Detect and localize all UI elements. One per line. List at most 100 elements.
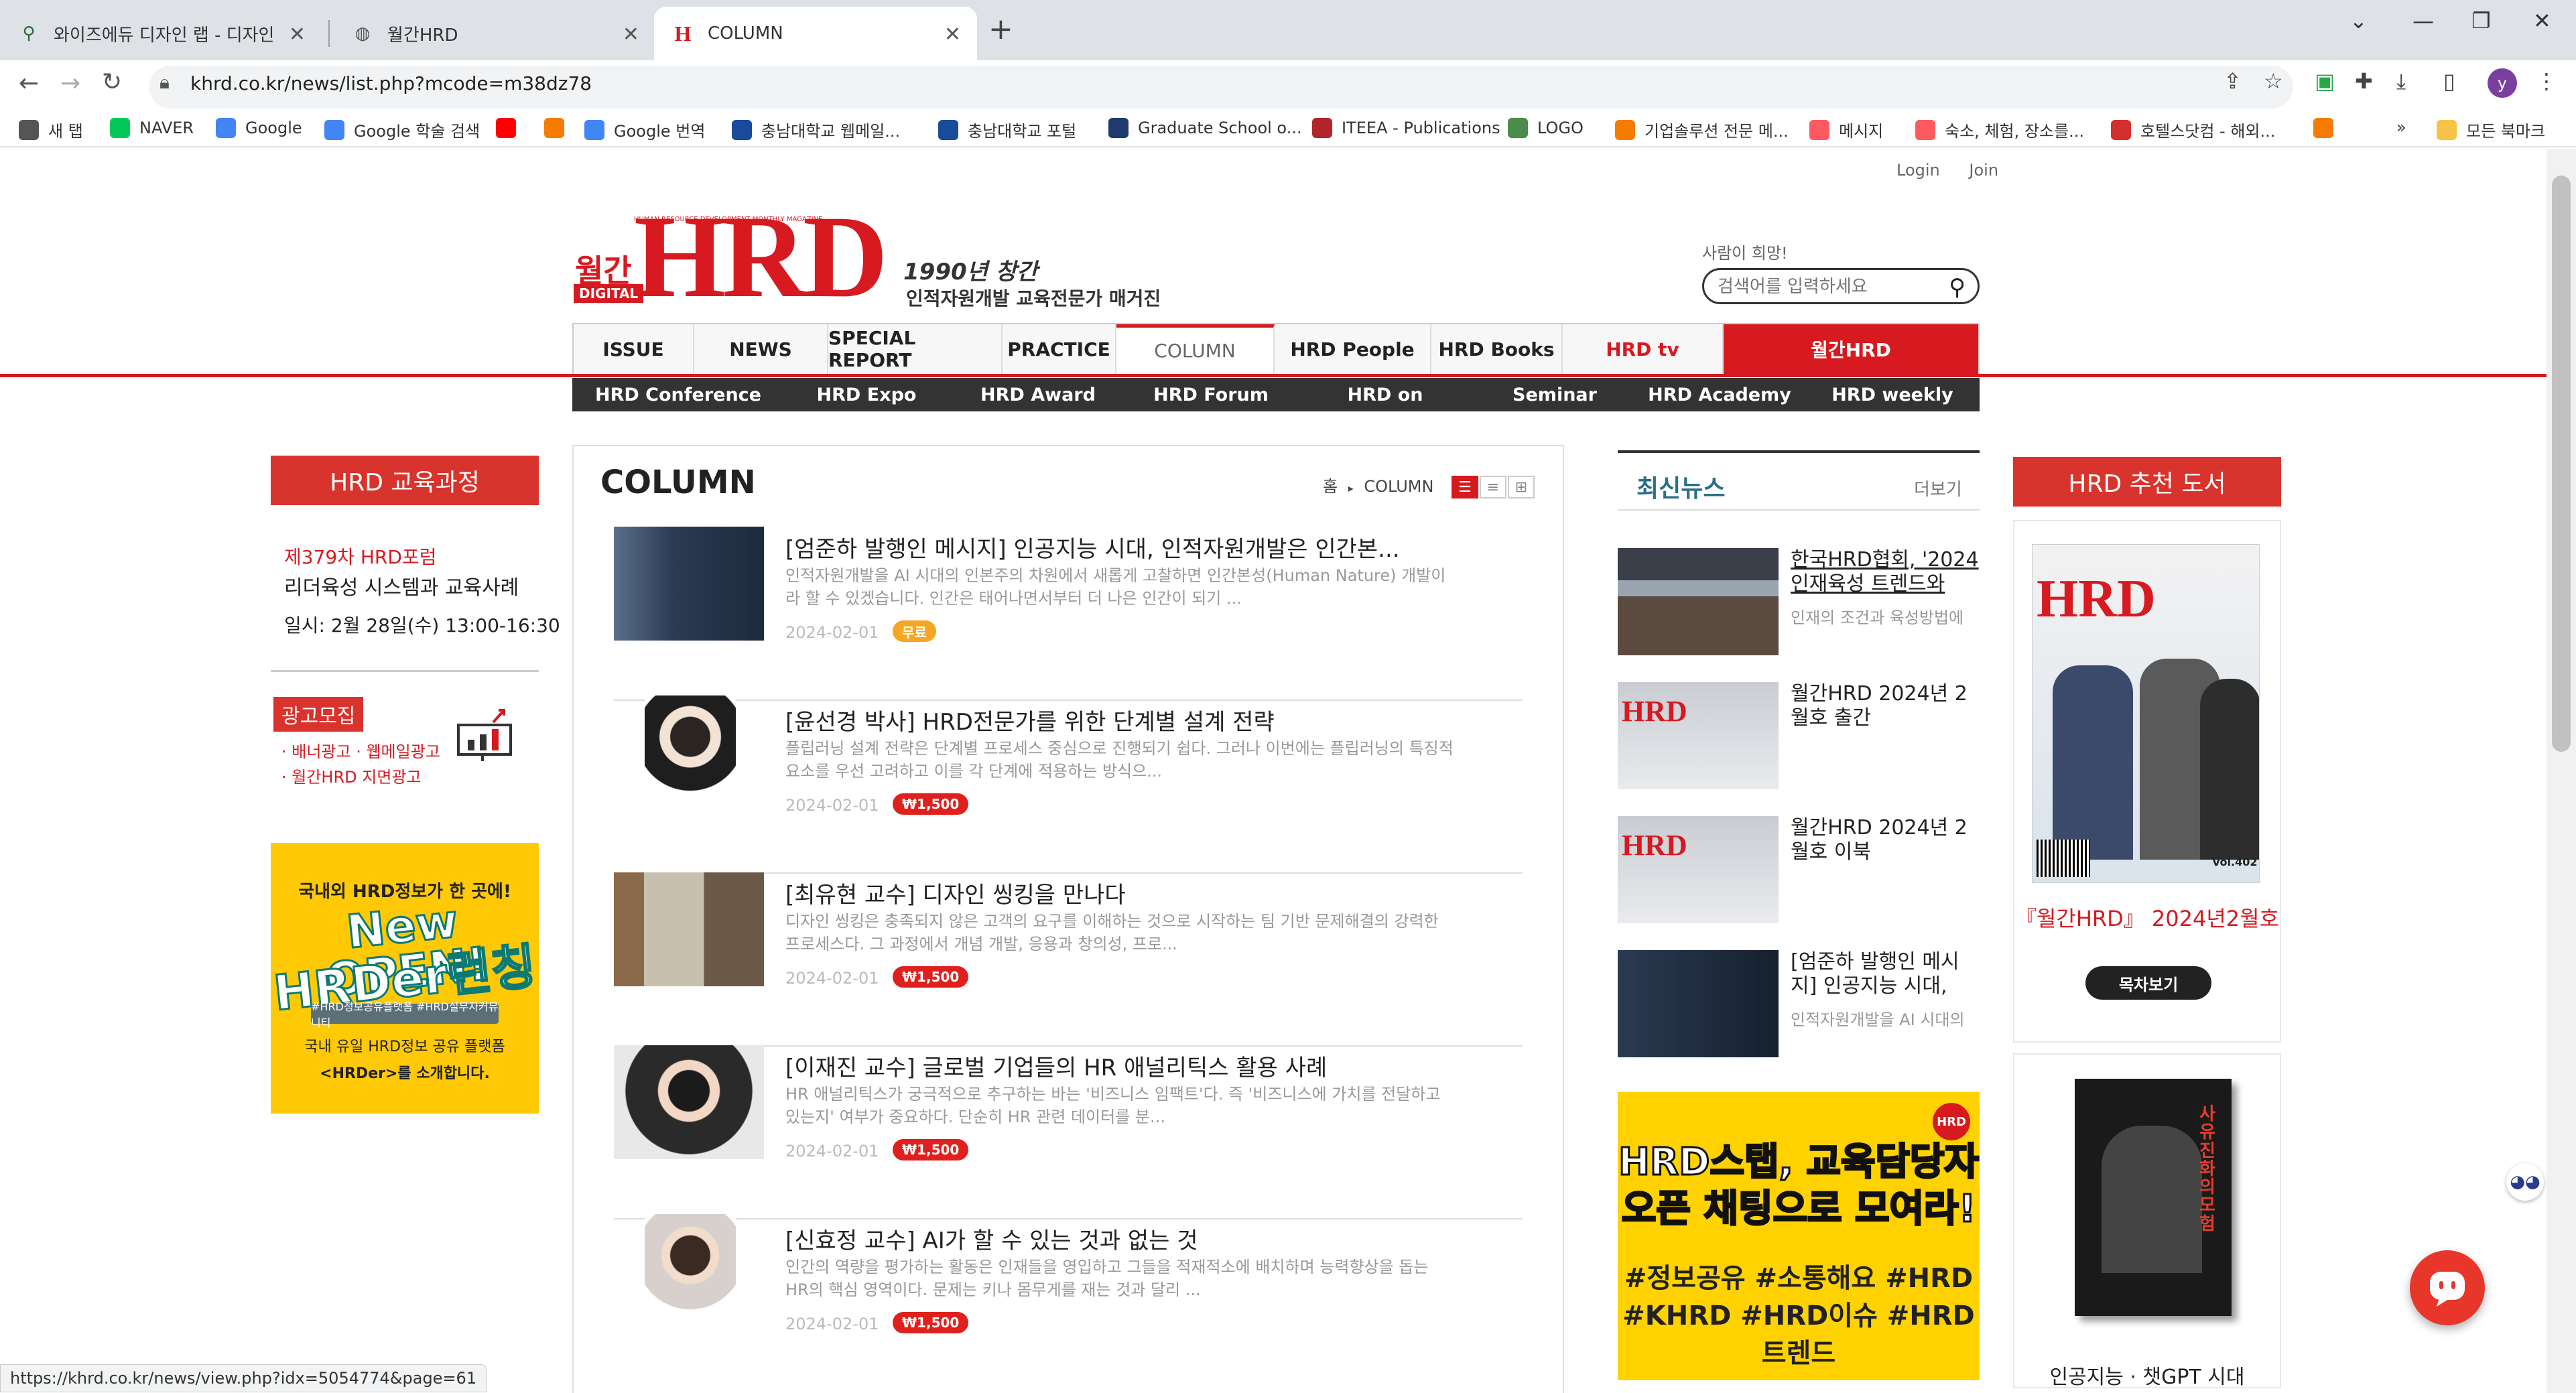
list-view-icon[interactable]: ≡ bbox=[1480, 476, 1506, 499]
news-more-link[interactable]: 더보기 bbox=[1914, 476, 1962, 501]
bookmark-item[interactable]: Google 학술 검색 bbox=[324, 118, 480, 141]
article-summary[interactable]: 디자인 씽킹은 충족되지 않은 고객의 요구를 이해하는 것으로 시작하는 팀 … bbox=[785, 910, 1456, 955]
news-thumbnail[interactable] bbox=[1618, 950, 1779, 1057]
bookmark-item[interactable]: 기업솔루션 전문 메... bbox=[1615, 118, 1789, 141]
nav-issue[interactable]: ISSUE bbox=[574, 324, 694, 374]
nav-hrd-people[interactable]: HRD People bbox=[1275, 324, 1431, 374]
subnav-hrd-conference[interactable]: HRD Conference bbox=[572, 378, 784, 411]
subnav-hrd-weekly[interactable]: HRD weekly bbox=[1805, 378, 1980, 411]
bookmark-item[interactable]: 충남대학교 웹메일... bbox=[732, 118, 900, 141]
article-title[interactable]: [최유현 교수] 디자인 씽킹을 만나다 bbox=[785, 876, 1516, 909]
bookmark-item[interactable]: LOGO bbox=[1508, 118, 1584, 138]
nav-practice[interactable]: PRACTICE bbox=[1003, 324, 1116, 374]
nav-hrd-books[interactable]: HRD Books bbox=[1431, 324, 1563, 374]
subnav-seminar[interactable]: Seminar bbox=[1476, 378, 1634, 411]
article-title[interactable]: [윤선경 박사] HRD전문가를 위한 단계별 설계 전략 bbox=[785, 704, 1516, 736]
close-window-icon[interactable]: ✕ bbox=[2533, 8, 2551, 34]
news-thumbnail[interactable]: HRD bbox=[1618, 682, 1779, 789]
ad-recruit-title[interactable]: 광고모집 bbox=[273, 697, 364, 732]
share-icon[interactable]: ⇪ bbox=[2224, 68, 2242, 94]
bookmark-item[interactable]: 새 탭 bbox=[19, 118, 83, 141]
bookmarks-overflow-button[interactable]: » bbox=[2396, 118, 2406, 137]
nav-special-report[interactable]: SPECIAL REPORT bbox=[828, 324, 1003, 374]
bookmark-item[interactable] bbox=[2313, 118, 2343, 138]
forum-title[interactable]: 리더육성 시스템과 교육사례 bbox=[284, 571, 519, 600]
news-item[interactable]: HRD 월간HRD 2024년 2월호 이북 bbox=[1618, 816, 1980, 930]
article-summary[interactable]: 플립러닝 설계 전략은 단계별 프로세스 중심으로 진행되기 쉽다. 그러나 이… bbox=[785, 737, 1456, 783]
scrollbar-thumb[interactable] bbox=[2552, 176, 2571, 752]
article-thumbnail[interactable] bbox=[614, 872, 764, 986]
list-thumb-view-icon[interactable]: ☰ bbox=[1452, 476, 1478, 499]
news-section-title[interactable]: 최신뉴스 bbox=[1636, 469, 1725, 504]
article-thumbnail[interactable] bbox=[645, 695, 736, 813]
bookmark-item[interactable]: 호텔스닷컴 - 해외... bbox=[2111, 118, 2275, 141]
news-item[interactable]: [엄준하 발행인 메시지] 인공지능 시대, 인적자원개발을 AI 시대의 bbox=[1618, 950, 1980, 1064]
forum-number[interactable]: 제379차 HRD포럼 bbox=[284, 543, 436, 570]
bookmark-item[interactable]: 숙소, 체험, 장소를... bbox=[1915, 118, 2084, 141]
ad-line[interactable]: · 배너광고 · 웹메일광고 bbox=[281, 738, 440, 762]
login-link[interactable]: Login bbox=[1896, 161, 1940, 180]
article-title[interactable]: [엄준하 발행인 메시지] 인공지능 시대, 인적자원개발은 인간본... bbox=[785, 531, 1516, 563]
news-item[interactable]: HRD 월간HRD 2024년 2월호 출간 bbox=[1618, 682, 1980, 796]
new-tab-button[interactable]: + bbox=[988, 12, 1013, 46]
article-summary[interactable]: 인적자원개발을 AI 시대의 인본주의 차원에서 새롭게 고찰하면 인간본성(H… bbox=[785, 564, 1456, 610]
nav-news[interactable]: NEWS bbox=[694, 324, 828, 374]
recommended-books-title[interactable]: HRD 추천 도서 bbox=[2013, 457, 2281, 507]
browser-tab-3-active[interactable]: H COLUMN ✕ bbox=[654, 7, 977, 60]
book1-caption[interactable]: 『월간HRD』 2024년2월호 bbox=[2013, 902, 2281, 933]
bookmark-star-icon[interactable]: ☆ bbox=[2264, 68, 2283, 94]
subnav-hrd-on[interactable]: HRD on bbox=[1295, 378, 1476, 411]
chat-float-button[interactable] bbox=[2410, 1250, 2485, 1325]
bookmark-item[interactable]: Google bbox=[216, 118, 302, 138]
news-item[interactable]: 한국HRD협회, '2024 인재육성 트렌드와 인재의 조건과 육성방법에 bbox=[1618, 548, 1980, 662]
grid-view-icon[interactable]: ⊞ bbox=[1508, 476, 1535, 499]
bookmark-item[interactable]: ITEEA - Publications bbox=[1312, 118, 1500, 138]
news-thumbnail[interactable] bbox=[1618, 548, 1779, 655]
bookmark-item[interactable]: Google 번역 bbox=[584, 118, 705, 141]
join-link[interactable]: Join bbox=[1969, 161, 1998, 180]
open-chat-banner[interactable]: HRD HRD스탭, 교육담당자 오픈 채팅으로 모여라! #정보공유 #소통해… bbox=[1618, 1092, 1980, 1380]
download-icon[interactable]: ⤓ bbox=[2396, 68, 2406, 94]
news-title[interactable]: [엄준하 발행인 메시지] 인공지능 시대, bbox=[1791, 950, 1980, 998]
search-icon[interactable]: ⚲ bbox=[1949, 274, 1966, 301]
news-title[interactable]: 월간HRD 2024년 2월호 이북 bbox=[1791, 816, 1980, 864]
article-summary[interactable]: HR 애널리틱스가 궁극적으로 추구하는 바는 '비즈니스 임팩트'다. 즉 '… bbox=[785, 1083, 1456, 1128]
extensions-puzzle-icon[interactable]: ✚ bbox=[2355, 68, 2373, 94]
article-list-item[interactable]: [엄준하 발행인 메시지] 인공지능 시대, 인적자원개발은 인간본... 인적자… bbox=[614, 527, 1523, 701]
all-bookmarks-folder[interactable]: 모든 북마크 bbox=[2437, 118, 2545, 141]
news-thumbnail[interactable]: HRD bbox=[1618, 816, 1779, 923]
back-arrow-icon[interactable]: ← bbox=[19, 70, 39, 97]
article-list-item[interactable]: [신효정 교수] AI가 할 수 있는 것과 없는 것 인간의 역량을 평가하는 … bbox=[614, 1214, 1523, 1392]
subnav-hrd-forum[interactable]: HRD Forum bbox=[1127, 378, 1295, 411]
ad-line[interactable]: · 월간HRD 지면광고 bbox=[281, 764, 422, 787]
nav-hrd-tv[interactable]: HRD tv bbox=[1563, 324, 1724, 374]
bookmark-item[interactable]: 충남대학교 포털 bbox=[938, 118, 1076, 141]
reload-icon[interactable]: ↻ bbox=[102, 68, 122, 96]
close-icon[interactable]: ✕ bbox=[623, 23, 639, 46]
course-section-title[interactable]: HRD 교육과정 bbox=[271, 456, 539, 505]
nav-wolgan-hrd[interactable]: 월간HRD bbox=[1724, 324, 1978, 374]
restore-icon[interactable]: ❐ bbox=[2471, 8, 2491, 34]
table-of-contents-button[interactable]: 목차보기 bbox=[2085, 966, 2211, 1000]
news-title[interactable]: 한국HRD협회, '2024 인재육성 트렌드와 bbox=[1791, 548, 1980, 596]
browser-tab-2[interactable]: ◍ 월간HRD ✕ bbox=[334, 7, 655, 60]
book2-cover-image[interactable]: 사유 진화의 모험 bbox=[2075, 1079, 2232, 1316]
bookmark-item[interactable] bbox=[544, 118, 574, 138]
nav-column[interactable]: COLUMN bbox=[1116, 324, 1275, 374]
magazine-cover-image[interactable]: HRD Vol.402 bbox=[2032, 544, 2260, 883]
profile-avatar[interactable]: y bbox=[2488, 68, 2517, 98]
lock-icon[interactable]: 🔒︎ bbox=[159, 71, 170, 94]
hrder-banner[interactable]: 국내외 HRD정보가 한 곳에! New OPEN! HRDer런칭 #HRD정… bbox=[270, 843, 539, 1114]
bookmark-item[interactable]: 메시지 bbox=[1809, 118, 1883, 141]
forward-arrow-icon[interactable]: → bbox=[60, 70, 80, 97]
article-list-item[interactable]: [이재진 교수] 글로벌 기업들의 HR 애널리틱스 활용 사례 HR 애널리틱스… bbox=[614, 1045, 1523, 1219]
close-icon[interactable]: ✕ bbox=[289, 23, 306, 46]
url-text[interactable]: khrd.co.kr/news/list.php?mcode=m38dz78 bbox=[190, 72, 592, 94]
article-list-item[interactable]: [윤선경 박사] HRD전문가를 위한 단계별 설계 전략 플립러닝 설계 전략은… bbox=[614, 695, 1523, 874]
article-title[interactable]: [이재진 교수] 글로벌 기업들의 HR 애널리틱스 활용 사례 bbox=[785, 1049, 1516, 1082]
logo-digital-badge[interactable]: DIGITAL bbox=[574, 284, 644, 303]
article-list-item[interactable]: [최유현 교수] 디자인 씽킹을 만나다 디자인 씽킹은 충족되지 않은 고객의 … bbox=[614, 872, 1523, 1047]
search-input[interactable] bbox=[1718, 274, 1932, 300]
chatbot-side-icon[interactable]: ◕◕ bbox=[2506, 1163, 2544, 1201]
logo-hrd[interactable]: HRD bbox=[634, 198, 888, 316]
